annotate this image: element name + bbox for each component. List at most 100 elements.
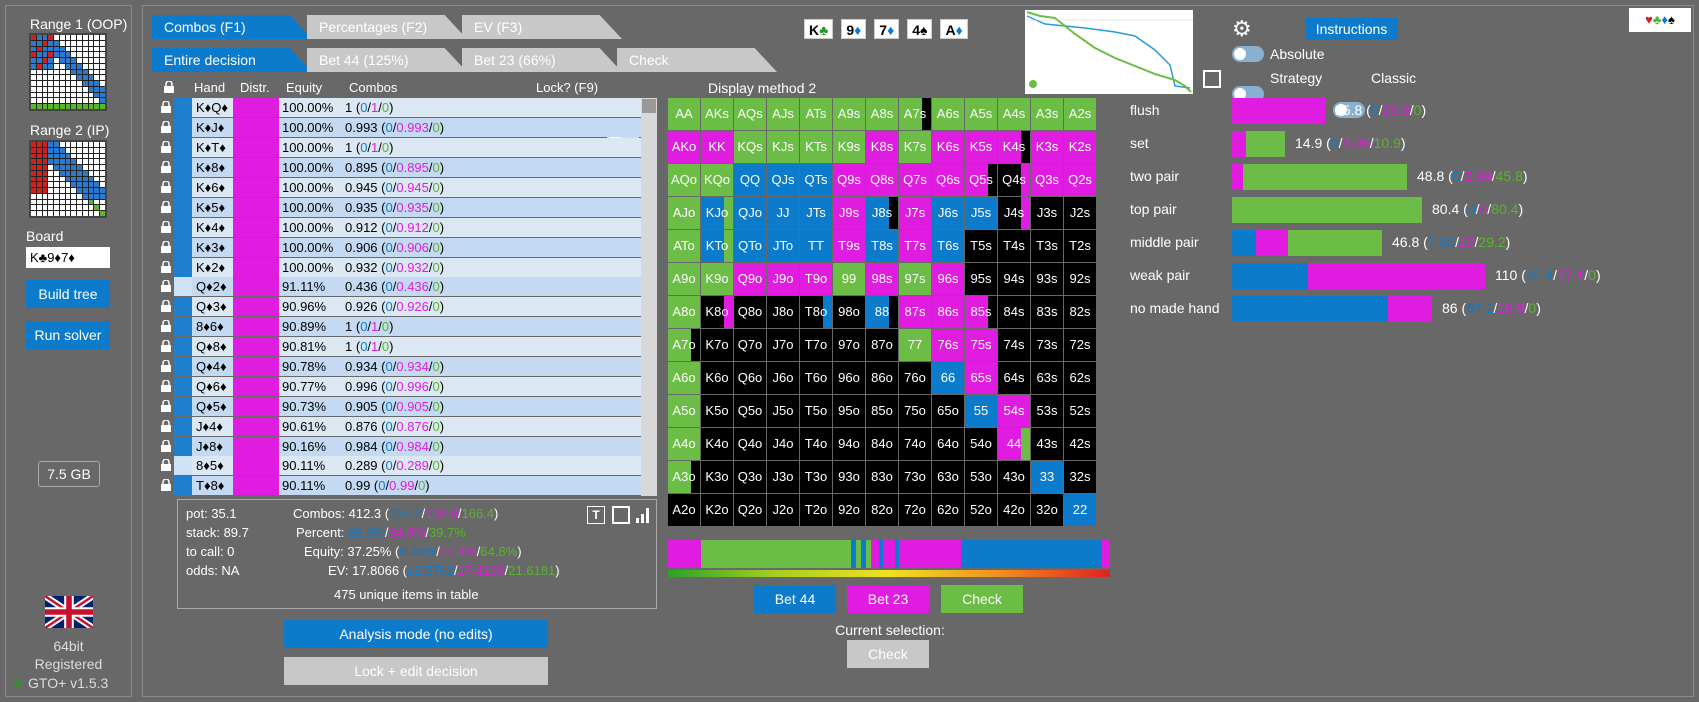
grid-cell[interactable]: 92o bbox=[833, 494, 865, 526]
grid-cell[interactable]: T6s bbox=[932, 230, 964, 262]
grid-cell[interactable]: AJs bbox=[767, 98, 799, 130]
grid-cell[interactable]: JTo bbox=[767, 230, 799, 262]
row-lock-icon[interactable] bbox=[160, 357, 174, 376]
grid-cell[interactable]: K4s bbox=[998, 131, 1030, 163]
category-row[interactable]: weak pair 110 (32.4/77.1/0) bbox=[1130, 263, 1690, 289]
grid-cell[interactable]: K2o bbox=[701, 494, 733, 526]
board-card[interactable]: 7♦ bbox=[874, 19, 900, 39]
grid-cell[interactable]: K8o bbox=[701, 296, 733, 328]
grid-cell[interactable]: Q4s bbox=[998, 164, 1030, 196]
grid-cell[interactable]: K7o bbox=[701, 329, 733, 361]
row-lock-icon[interactable] bbox=[160, 397, 174, 416]
grid-cell[interactable]: AQo bbox=[668, 164, 700, 196]
grid-cell[interactable]: A5o bbox=[668, 395, 700, 427]
row-lock-icon[interactable] bbox=[160, 417, 174, 436]
grid-cell[interactable]: A6o bbox=[668, 362, 700, 394]
grid-cell[interactable]: 72s bbox=[1064, 329, 1096, 361]
category-row[interactable]: no made hand 86 (67.1/18.9/0) bbox=[1130, 296, 1690, 322]
grid-cell[interactable]: T7o bbox=[800, 329, 832, 361]
grid-cell[interactable]: 74o bbox=[899, 428, 931, 460]
table-row[interactable]: K♦4♦ 100.00% 0.912 (0/0.912/0) bbox=[160, 217, 642, 237]
grid-cell[interactable]: A7o bbox=[668, 329, 700, 361]
row-lock-icon[interactable] bbox=[160, 238, 174, 257]
row-selector[interactable] bbox=[174, 376, 192, 396]
row-selector[interactable] bbox=[174, 297, 192, 317]
grid-cell[interactable]: 55 bbox=[965, 395, 997, 427]
grid-cell[interactable]: 85o bbox=[866, 395, 898, 427]
header-hand[interactable]: Hand bbox=[194, 80, 225, 95]
grid-cell[interactable]: 44 bbox=[998, 428, 1030, 460]
row-selector[interactable] bbox=[174, 237, 192, 257]
row-selector[interactable] bbox=[174, 118, 192, 138]
grid-cell[interactable]: J2s bbox=[1064, 197, 1096, 229]
grid-cell[interactable]: 72o bbox=[899, 494, 931, 526]
absolute-toggle[interactable] bbox=[1232, 46, 1264, 62]
grid-cell[interactable]: 93o bbox=[833, 461, 865, 493]
grid-cell[interactable]: 97s bbox=[899, 263, 931, 295]
row-selector[interactable] bbox=[174, 456, 192, 476]
grid-cell[interactable]: 52o bbox=[965, 494, 997, 526]
grid-cell[interactable]: T7s bbox=[899, 230, 931, 262]
table-row[interactable]: Q♦4♦ 90.78% 0.934 (0/0.934/0) bbox=[160, 357, 642, 377]
grid-cell[interactable]: QJs bbox=[767, 164, 799, 196]
grid-cell[interactable]: Q7s bbox=[899, 164, 931, 196]
grid-cell[interactable]: J7s bbox=[899, 197, 931, 229]
grid-cell[interactable]: 65o bbox=[932, 395, 964, 427]
table-row[interactable]: Q♦5♦ 90.73% 0.905 (0/0.905/0) bbox=[160, 396, 642, 416]
row-lock-icon[interactable] bbox=[160, 158, 174, 177]
grid-cell[interactable]: 95s bbox=[965, 263, 997, 295]
category-row[interactable]: set 14.9 (0/3.96/10.9) bbox=[1130, 131, 1690, 157]
grid-cell[interactable]: 64s bbox=[998, 362, 1030, 394]
grid-cell[interactable]: KK bbox=[701, 131, 733, 163]
tab-bet23[interactable]: Bet 23 (66%) bbox=[462, 48, 622, 72]
text-export-icon[interactable]: T bbox=[587, 506, 605, 524]
row-lock-icon[interactable] bbox=[160, 138, 174, 157]
grid-cell[interactable]: T5s bbox=[965, 230, 997, 262]
row-lock-icon[interactable] bbox=[160, 178, 174, 197]
grid-cell[interactable]: 87o bbox=[866, 329, 898, 361]
bet44-button[interactable]: Bet 44 bbox=[754, 585, 836, 613]
row-lock-icon[interactable] bbox=[160, 456, 174, 475]
grid-cell[interactable]: 75o bbox=[899, 395, 931, 427]
table-row[interactable]: Q♦3♦ 90.96% 0.926 (0/0.926/0) bbox=[160, 297, 642, 317]
grid-cell[interactable]: 86o bbox=[866, 362, 898, 394]
grid-cell[interactable]: 62s bbox=[1064, 362, 1096, 394]
grid-cell[interactable]: 52s bbox=[1064, 395, 1096, 427]
tab-entire-decision[interactable]: Entire decision bbox=[152, 48, 312, 72]
grid-cell[interactable]: 63o bbox=[932, 461, 964, 493]
suit-selector[interactable]: ♥♣♦♠ bbox=[1629, 8, 1691, 32]
grid-cell[interactable]: KTo bbox=[701, 230, 733, 262]
row-lock-icon[interactable] bbox=[160, 437, 174, 456]
grid-cell[interactable]: 54s bbox=[998, 395, 1030, 427]
grid-cell[interactable]: 64o bbox=[932, 428, 964, 460]
grid-cell[interactable]: KQs bbox=[734, 131, 766, 163]
grid-cell[interactable]: 63s bbox=[1031, 362, 1063, 394]
board-input[interactable]: K♣9♦7♦ bbox=[26, 247, 110, 268]
grid-cell[interactable]: K2s bbox=[1064, 131, 1096, 163]
grid-cell[interactable]: T8s bbox=[866, 230, 898, 262]
grid-cell[interactable]: 98o bbox=[833, 296, 865, 328]
grid-cell[interactable]: K5s bbox=[965, 131, 997, 163]
table-row[interactable]: K♦Q♦ 100.00% 1 (0/1/0) bbox=[160, 98, 642, 118]
row-selector[interactable] bbox=[174, 158, 192, 178]
tab-check[interactable]: Check bbox=[617, 48, 777, 72]
row-selector[interactable] bbox=[174, 217, 192, 237]
grid-cell[interactable]: T8o bbox=[800, 296, 832, 328]
instructions-button[interactable]: Instructions bbox=[1305, 18, 1398, 40]
grid-cell[interactable]: Q8s bbox=[866, 164, 898, 196]
grid-cell[interactable]: KTs bbox=[800, 131, 832, 163]
grid-cell[interactable]: 73s bbox=[1031, 329, 1063, 361]
grid-cell[interactable]: J9s bbox=[833, 197, 865, 229]
grid-cell[interactable]: Q6s bbox=[932, 164, 964, 196]
grid-cell[interactable]: 92s bbox=[1064, 263, 1096, 295]
grid-cell[interactable]: Q5s bbox=[965, 164, 997, 196]
table-row[interactable]: Q♦8♦ 90.81% 1 (0/1/0) bbox=[160, 337, 642, 357]
table-row[interactable]: 8♦6♦ 90.89% 1 (0/1/0) bbox=[160, 317, 642, 337]
grid-cell[interactable]: 22 bbox=[1064, 494, 1096, 526]
table-row[interactable]: J♦8♦ 90.16% 0.984 (0/0.984/0) bbox=[160, 436, 642, 456]
grid-cell[interactable]: Q9s bbox=[833, 164, 865, 196]
board-card[interactable]: A♦ bbox=[940, 19, 968, 39]
grid-cell[interactable]: QTs bbox=[800, 164, 832, 196]
grid-cell[interactable]: J8s bbox=[866, 197, 898, 229]
lock-all-icon[interactable] bbox=[163, 80, 175, 93]
